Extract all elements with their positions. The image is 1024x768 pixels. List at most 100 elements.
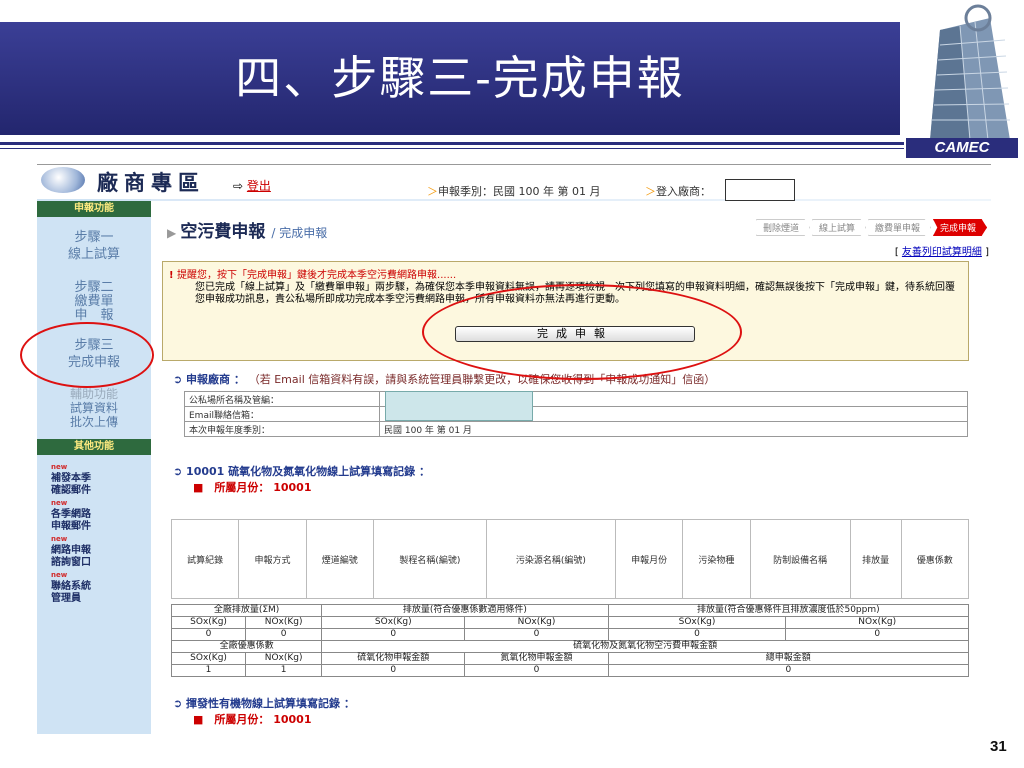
table-cell: Email聯絡信箱：	[184, 406, 380, 422]
step-chip-active: 完成申報	[932, 219, 987, 236]
step-desc: 申 報	[74, 308, 114, 323]
main-content: ▶ 空污費申報 / 完成申報 刪除煙道 線上試算 繳費單申報 完成申報 [ 友善列…	[157, 199, 991, 734]
table-cell: NOx(Kg)	[245, 652, 323, 665]
column-header: 製程名稱(編號)	[372, 519, 487, 599]
column-header: 試算紀錄	[170, 519, 240, 599]
table-cell: SOx(Kg)	[321, 616, 466, 629]
column-header: 優惠係數	[900, 519, 970, 599]
company-info-table: 公私場所名稱及管編： Email聯絡信箱： 本次申報年度季別： 民國 100 年 …	[184, 391, 968, 437]
table-cell: 全廠優惠係數	[170, 640, 323, 653]
sidebar-aux[interactable]: 輔助功能 試算資料 批次上傳	[37, 387, 151, 429]
table-cell: 0	[464, 664, 609, 677]
table-cell: 排放量(符合優惠係數適用條件)	[321, 604, 609, 617]
link-text: 聯絡系統	[51, 581, 91, 592]
sidebar: 申報功能 步驟一 線上試算 步驟二 繳費單 申 報 步驟三 完成申報 輔助功能 …	[37, 199, 151, 734]
building-logo	[900, 0, 1024, 158]
column-header: 污染源名稱(編號)	[485, 519, 616, 599]
sidebar-link-consult[interactable]: new 網路申報 諮詢窗口	[51, 533, 91, 569]
table-row: 公私場所名稱及管編：	[184, 391, 968, 407]
slide-title: 四、步驟三-完成申報	[235, 51, 685, 105]
table-row: SOx(Kg) NOx(Kg) SOx(Kg) NOx(Kg) SOx(Kg) …	[170, 616, 969, 629]
table-cell: 1	[245, 664, 323, 677]
sidebar-step1[interactable]: 步驟一 線上試算	[37, 229, 151, 263]
page-title-icon: ▶	[167, 226, 181, 240]
redacted-field	[385, 391, 533, 421]
section-title: 10001 硫氧化物及氮氧化物線上試算填寫記錄 ：	[186, 465, 430, 478]
link-text: 管理員	[51, 593, 81, 604]
section-title: 揮發性有機物線上試算填寫記錄 ：	[186, 697, 355, 710]
table-cell: 0	[785, 628, 969, 641]
section-voc: ➲ 揮發性有機物線上試算填寫記錄 ： ■ 所屬月份： 10001	[173, 695, 355, 727]
table-header-row: 試算紀錄 申報方式 煙道編號 製程名稱(編號) 污染源名稱(編號) 申報月份 污…	[170, 519, 970, 599]
new-badge: new	[51, 499, 68, 507]
page-number: 31	[990, 738, 1007, 755]
table-cell: NOx(Kg)	[785, 616, 969, 629]
logout-icon: ⇨	[233, 179, 244, 193]
table-cell: NOx(Kg)	[245, 616, 323, 629]
section-title: 申報廠商 ：	[186, 373, 245, 386]
table-cell: 硫氧化物及氮氧化物空污費申報金額	[321, 640, 969, 653]
column-header: 防制設備名稱	[749, 519, 851, 599]
table-cell: 1	[170, 664, 247, 677]
screenshot-panel: 廠商專區 ⇨ 登出 ＞申報季別：民國 100 年 第 01 月 ＞ 登入廠商： 申…	[37, 164, 991, 734]
camec-logo: CAMEC	[906, 138, 1018, 158]
table-cell: 0	[607, 628, 787, 641]
period-info: ＞申報季別：民國 100 年 第 01 月	[427, 183, 600, 199]
table-cell: 總申報金額	[607, 652, 970, 665]
sidebar-link-resend[interactable]: new 補發本季 確認郵件	[51, 461, 91, 497]
table-cell: SOx(Kg)	[607, 616, 787, 629]
column-header: 煙道編號	[305, 519, 374, 599]
section-month: ■ 所屬月份： 10001	[193, 481, 312, 494]
sidebar-link-history[interactable]: new 各季網路 申報郵件	[51, 497, 91, 533]
table-row: 1 1 0 0 0	[170, 664, 970, 677]
arrow-icon: ＞	[427, 185, 438, 198]
table-row: Email聯絡信箱：	[184, 406, 968, 422]
notice-title-text: 提醒您，按下「完成申報」鍵後才完成本季空污費網路申報......	[177, 270, 457, 281]
table-cell: NOx(Kg)	[464, 616, 609, 629]
section-bullet-icon: ➲	[173, 465, 187, 478]
period-text: 申報季別：民國 100 年 第 01 月	[438, 185, 601, 198]
logout-link-wrap[interactable]: ⇨ 登出	[233, 177, 271, 194]
sidebar-link-admin[interactable]: new 聯絡系統 管理員	[51, 569, 91, 605]
section-sox-nox: ➲ 10001 硫氧化物及氮氧化物線上試算填寫記錄 ： ■ 所屬月份： 1000…	[173, 463, 430, 495]
sidebar-head-report: 申報功能	[37, 201, 151, 217]
table-cell: 0	[321, 628, 466, 641]
step-label: 步驟一	[74, 230, 114, 245]
logout-link[interactable]: 登出	[247, 179, 271, 193]
sidebar-step2[interactable]: 步驟二 繳費單 申 報	[37, 281, 151, 323]
brand-emblem-icon	[41, 167, 85, 193]
aux-desc: 批次上傳	[69, 415, 118, 429]
new-badge: new	[51, 463, 68, 471]
print-link-wrap: [ 友善列印試算明細 ]	[894, 247, 989, 258]
sidebar-head-other: 其他功能	[37, 439, 151, 455]
table-cell: 0	[245, 628, 323, 641]
table-cell: 民國 100 年 第 01 月	[379, 421, 968, 437]
highlight-ring	[422, 284, 742, 380]
print-link[interactable]: 友善列印試算明細	[902, 247, 982, 258]
aux-desc: 試算資料	[69, 401, 118, 415]
table-cell: 氮氧化物申報金額	[464, 652, 609, 665]
column-header: 申報月份	[614, 519, 684, 599]
table-row: 全廠排放量(ΣM) 排放量(符合優惠係數適用條件) 排放量(符合優惠條件且排放濃…	[170, 604, 970, 617]
notice-title: ! 提醒您，按下「完成申報」鍵後才完成本季空污費網路申報......	[169, 270, 457, 281]
table-cell: 0	[464, 628, 609, 641]
new-badge: new	[51, 571, 68, 579]
column-header: 申報方式	[238, 519, 307, 599]
step-desc: 線上試算	[67, 247, 120, 262]
table-row: 本次申報年度季別： 民國 100 年 第 01 月	[184, 421, 968, 437]
table-cell: 硫氧化物申報金額	[321, 652, 466, 665]
highlight-ring	[20, 322, 154, 388]
link-text: 各季網路	[51, 509, 91, 520]
company-name-box	[725, 179, 795, 201]
login-label: 登入廠商：	[656, 185, 711, 198]
emission-summary-table: 全廠排放量(ΣM) 排放量(符合優惠係數適用條件) 排放量(符合優惠條件且排放濃…	[170, 604, 970, 677]
table-cell: 0	[170, 628, 247, 641]
new-badge: new	[51, 535, 68, 543]
table-cell: 0	[321, 664, 466, 677]
step-chip: 刪除煙道	[755, 219, 810, 236]
step-desc: 繳費單	[74, 294, 114, 309]
link-text: 確認郵件	[51, 485, 91, 496]
page-title-text: 空污費申報	[180, 222, 266, 242]
brand-title: 廠商專區	[97, 170, 205, 195]
table-cell: SOx(Kg)	[170, 652, 247, 665]
